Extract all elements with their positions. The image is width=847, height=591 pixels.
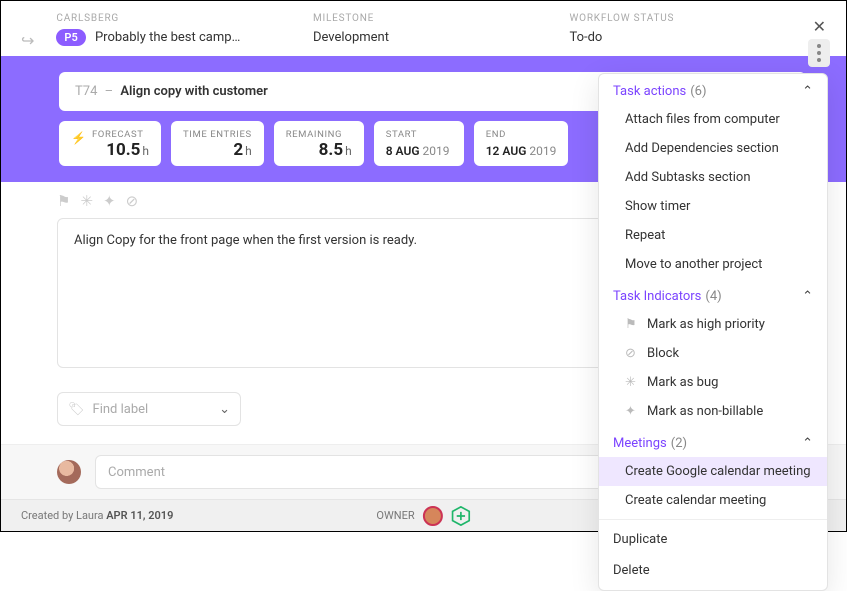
menu-divider xyxy=(599,519,827,520)
task-id: T74 xyxy=(75,84,97,99)
bolt-icon: ⚡ xyxy=(71,131,86,145)
nonbillable-icon: ✦ xyxy=(625,404,639,419)
add-owner-icon[interactable] xyxy=(451,506,471,526)
remaining-value: 8.5 xyxy=(319,140,343,160)
end-year: 2019 xyxy=(529,144,556,158)
meetings-count: (2) xyxy=(671,436,687,451)
meetings-title: Meetings xyxy=(613,436,667,451)
flag-icon[interactable]: ⚑ xyxy=(57,192,70,210)
delete-item[interactable]: Delete xyxy=(599,555,827,586)
task-actions-title: Task actions xyxy=(613,84,686,99)
add-dependencies-item[interactable]: Add Dependencies section xyxy=(599,134,827,163)
show-timer-item[interactable]: Show timer xyxy=(599,192,827,221)
block-icon: ⊘ xyxy=(625,346,639,361)
owner-label: OWNER xyxy=(376,509,414,522)
chevron-up-icon: ⌃ xyxy=(802,436,813,451)
bug-icon[interactable]: ✦ xyxy=(103,192,116,210)
milestone-label: MILESTONE xyxy=(313,13,570,24)
bug-icon: ✳ xyxy=(625,375,639,390)
start-month: AUG xyxy=(396,144,420,158)
tag-icon: 🏷 xyxy=(68,402,85,417)
duplicate-item[interactable]: Duplicate xyxy=(599,524,827,555)
chevron-up-icon: ⌃ xyxy=(802,84,813,99)
find-label-placeholder: Find label xyxy=(93,402,149,417)
workflow-label: WORKFLOW STATUS xyxy=(569,13,826,24)
comment-placeholder: Comment xyxy=(108,465,165,480)
created-date: APR 11, 2019 xyxy=(106,509,173,522)
remaining-label: REMAINING xyxy=(286,129,352,140)
start-date-stat[interactable]: START 8 AUG 2019 xyxy=(374,121,464,166)
gear-icon[interactable]: ✳ xyxy=(80,192,93,210)
redo-icon[interactable]: ↪ xyxy=(21,31,34,50)
owner-avatar[interactable] xyxy=(423,506,443,526)
end-label: END xyxy=(486,129,557,140)
project-label: CARLSBERG xyxy=(56,13,313,24)
workflow-column: WORKFLOW STATUS To-do xyxy=(569,13,826,45)
time-entries-unit: h xyxy=(245,144,252,158)
add-subtasks-item[interactable]: Add Subtasks section xyxy=(599,163,827,192)
forecast-unit: h xyxy=(142,144,149,158)
create-calendar-meeting-item[interactable]: Create calendar meeting xyxy=(599,486,827,515)
task-sep: – xyxy=(105,84,114,99)
project-column: CARLSBERG P5 Probably the best camp… xyxy=(56,13,313,45)
start-label: START xyxy=(386,129,452,140)
attach-files-item[interactable]: Attach files from computer xyxy=(599,105,827,134)
move-project-item[interactable]: Move to another project xyxy=(599,250,827,279)
forecast-value: 10.5 xyxy=(106,140,140,160)
start-day: 8 xyxy=(386,144,393,158)
time-entries-value: 2 xyxy=(233,140,243,160)
task-indicators-section[interactable]: Task Indicators (4) ⌃ xyxy=(599,279,827,310)
end-day: 12 xyxy=(486,144,500,158)
find-label-input[interactable]: 🏷 Find label ⌄ xyxy=(57,392,241,426)
remaining-stat[interactable]: REMAINING 8.5h xyxy=(274,121,364,166)
forecast-label: FORECAST xyxy=(92,129,149,140)
workflow-value[interactable]: To-do xyxy=(569,30,826,45)
more-menu-panel: Task actions (6) ⌃ Attach files from com… xyxy=(598,73,828,591)
avatar[interactable] xyxy=(57,460,81,484)
more-menu-button[interactable] xyxy=(808,39,830,67)
mark-nonbillable-item[interactable]: ✦Mark as non-billable xyxy=(599,397,827,426)
campaign-row[interactable]: P5 Probably the best camp… xyxy=(56,30,313,45)
start-year: 2019 xyxy=(423,144,450,158)
milestone-value[interactable]: Development xyxy=(313,30,570,45)
task-indicators-count: (4) xyxy=(705,289,721,304)
header-bar: ↪ CARLSBERG P5 Probably the best camp… M… xyxy=(1,1,846,56)
end-date-stat[interactable]: END 12 AUG 2019 xyxy=(474,121,569,166)
task-indicators-title: Task Indicators xyxy=(613,289,701,304)
flag-icon: ⚑ xyxy=(625,317,639,332)
forecast-stat[interactable]: ⚡ FORECAST 10.5h xyxy=(59,121,161,166)
repeat-item[interactable]: Repeat xyxy=(599,221,827,250)
priority-badge: P5 xyxy=(56,29,85,46)
task-title: Align copy with customer xyxy=(120,84,267,99)
mark-priority-item[interactable]: ⚑Mark as high priority xyxy=(599,310,827,339)
created-prefix: Created by Laura xyxy=(21,509,103,522)
owner-area: OWNER xyxy=(376,506,470,526)
milestone-column: MILESTONE Development xyxy=(313,13,570,45)
meetings-section[interactable]: Meetings (2) ⌃ xyxy=(599,426,827,457)
block-item[interactable]: ⊘Block xyxy=(599,339,827,368)
campaign-title: Probably the best camp… xyxy=(95,30,240,45)
close-icon[interactable]: ✕ xyxy=(813,17,826,36)
time-entries-stat[interactable]: TIME ENTRIES 2h xyxy=(171,121,264,166)
created-by-text: Created by Laura APR 11, 2019 xyxy=(21,509,173,522)
chevron-down-icon: ⌄ xyxy=(219,402,230,417)
end-month: AUG xyxy=(502,144,526,158)
task-actions-section[interactable]: Task actions (6) ⌃ xyxy=(599,74,827,105)
remaining-unit: h xyxy=(345,144,352,158)
task-actions-count: (6) xyxy=(690,84,706,99)
block-icon[interactable]: ⊘ xyxy=(126,192,139,210)
create-google-meeting-item[interactable]: Create Google calendar meeting xyxy=(599,457,827,486)
mark-bug-item[interactable]: ✳Mark as bug xyxy=(599,368,827,397)
chevron-up-icon: ⌃ xyxy=(802,289,813,304)
time-entries-label: TIME ENTRIES xyxy=(183,129,252,140)
